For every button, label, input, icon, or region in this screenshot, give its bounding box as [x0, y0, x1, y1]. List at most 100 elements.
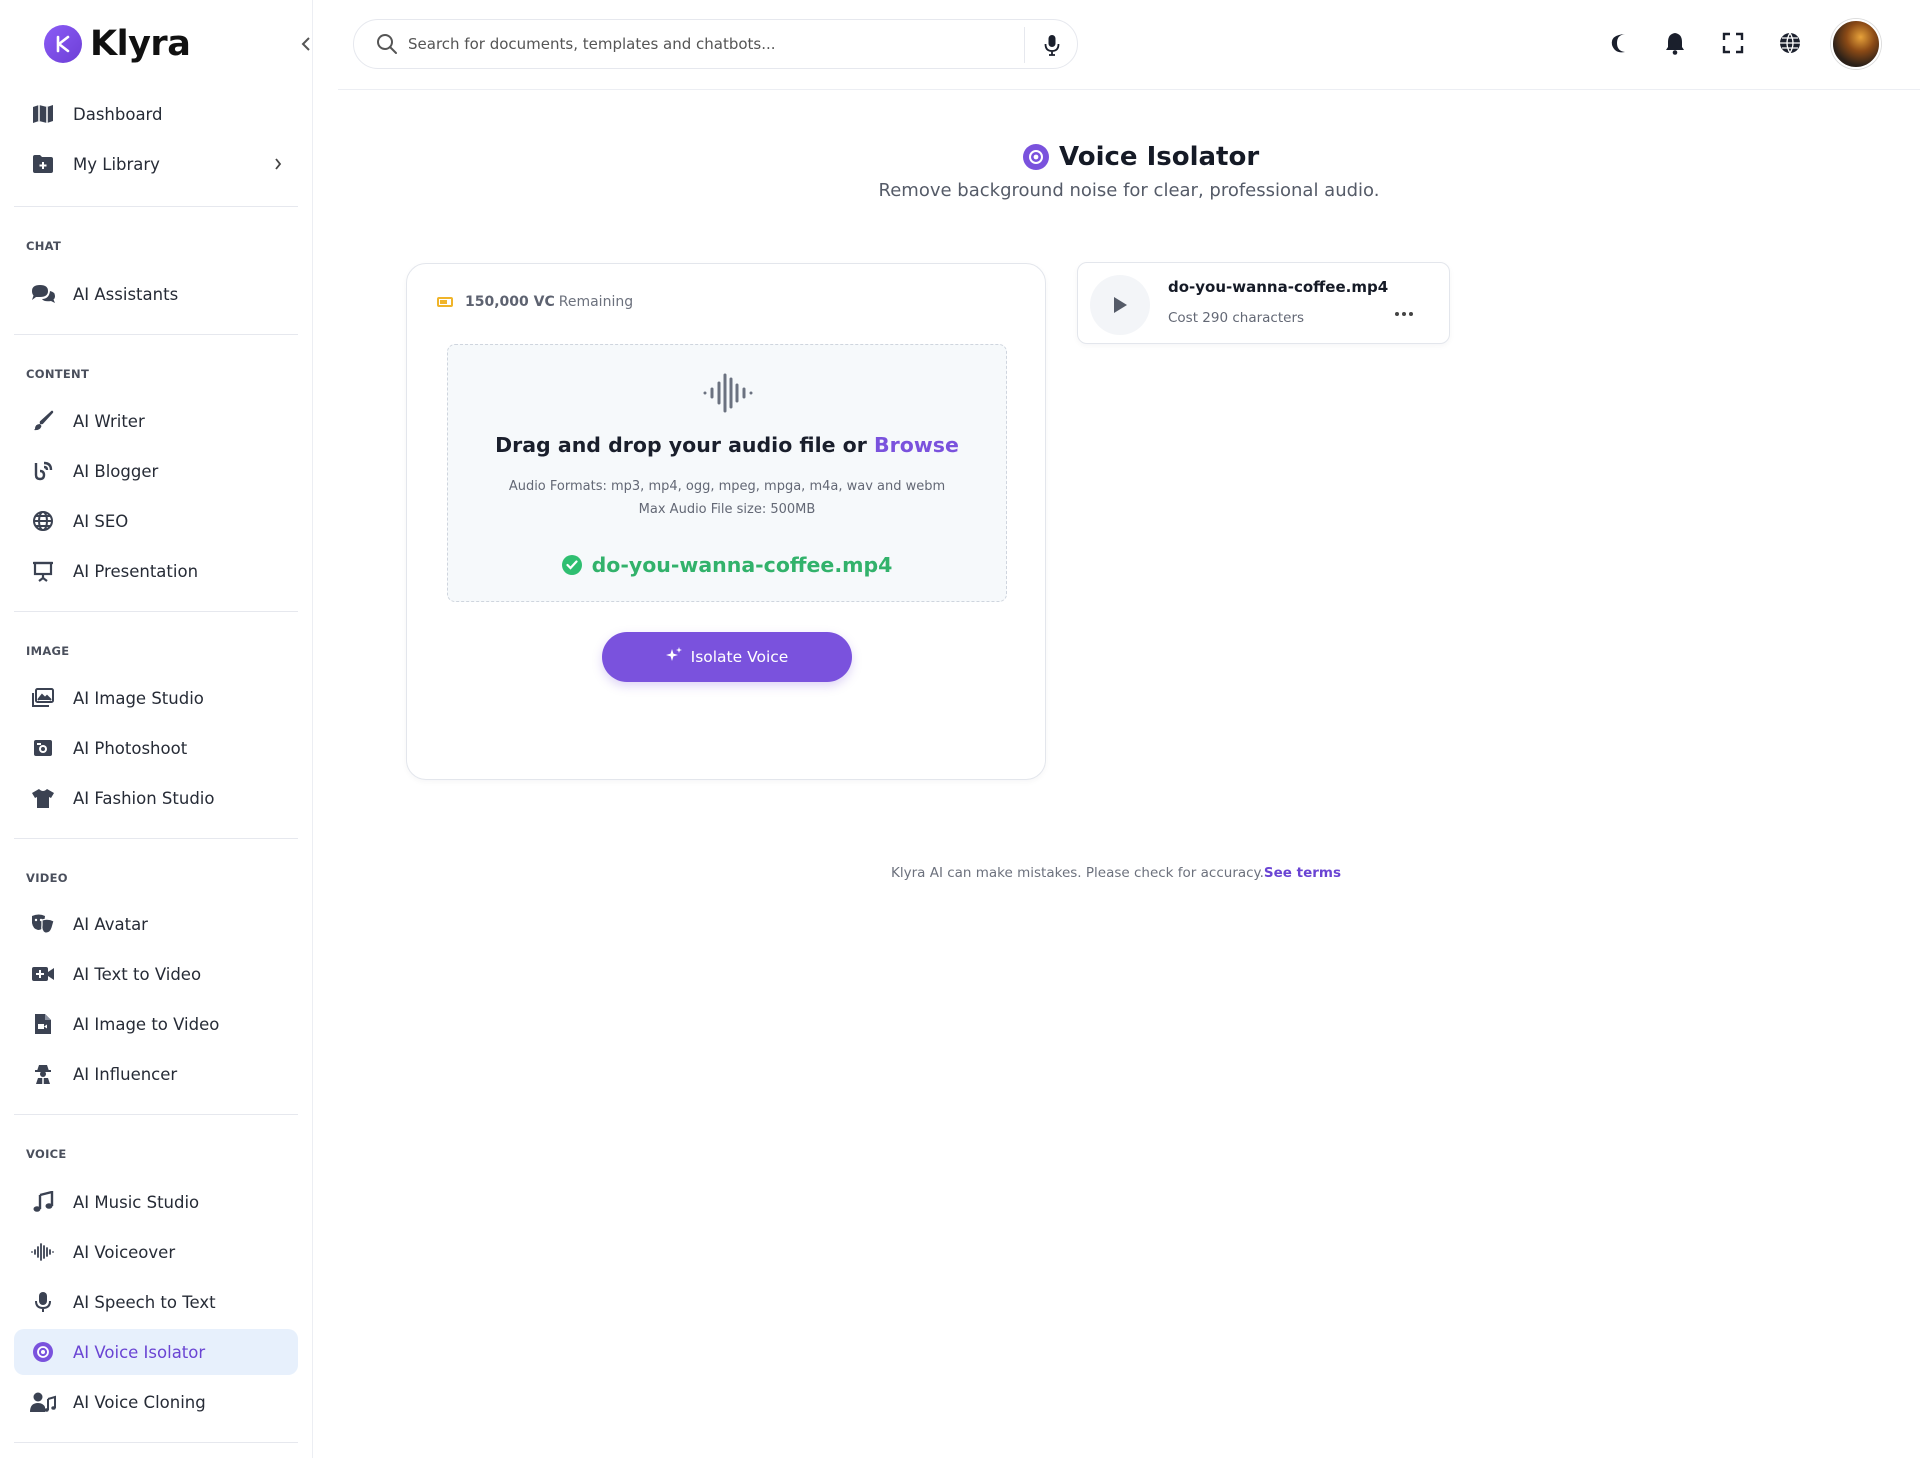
sidebar-item-ai-voice-cloning[interactable]: AI Voice Cloning: [14, 1379, 298, 1425]
sidebar-item-label: AI Image to Video: [73, 1014, 220, 1034]
sidebar-item-ai-text-to-video[interactable]: AI Text to Video: [14, 951, 298, 997]
folder-plus-icon: [30, 151, 56, 177]
result-cost: Cost 290 characters: [1168, 310, 1305, 326]
selected-file: do-you-wanna-coffee.mp4: [448, 553, 1006, 577]
music-icon: [30, 1189, 56, 1215]
divider: [14, 838, 298, 839]
sidebar-item-label: AI Assistants: [73, 284, 179, 304]
sidebar-item-label: AI SEO: [73, 511, 129, 531]
sidebar-item-label: AI Voiceover: [73, 1242, 176, 1262]
file-video-icon: [30, 1011, 56, 1037]
audio-formats-text: Audio Formats: mp3, mp4, ogg, mpeg, mpga…: [508, 479, 946, 494]
waveform-icon: [30, 1239, 56, 1265]
presentation-icon: [30, 558, 56, 584]
brand[interactable]: Klyra: [44, 24, 191, 64]
page-title: Voice Isolator: [1059, 142, 1260, 172]
globe-network-icon: [30, 508, 56, 534]
see-terms-link[interactable]: See terms: [1264, 865, 1341, 881]
divider: [14, 1114, 298, 1115]
sidebar-item-label: AI Influencer: [73, 1064, 178, 1084]
chat-bubbles-icon: [30, 281, 56, 307]
camera-icon: [30, 735, 56, 761]
sidebar-item-ai-fashion-studio[interactable]: AI Fashion Studio: [14, 775, 298, 821]
sidebar-item-ai-presentation[interactable]: AI Presentation: [14, 548, 298, 594]
sidebar-item-dashboard[interactable]: Dashboard: [14, 91, 298, 137]
credits-label: Remaining: [558, 294, 634, 310]
sidebar-item-label: AI Fashion Studio: [73, 788, 215, 808]
selected-file-name: do-you-wanna-coffee.mp4: [591, 553, 893, 577]
brand-name: Klyra: [90, 24, 191, 64]
shirt-icon: [30, 785, 56, 811]
globe-icon[interactable]: [1777, 30, 1803, 56]
battery-icon: [437, 297, 453, 307]
sidebar-item-ai-writer[interactable]: AI Writer: [14, 398, 298, 444]
avatar[interactable]: [1831, 19, 1881, 69]
influencer-icon: [30, 1061, 56, 1087]
sidebar-item-ai-voice-isolator[interactable]: AI Voice Isolator: [14, 1329, 298, 1375]
sidebar-item-label: AI Voice Cloning: [73, 1392, 206, 1412]
video-plus-icon: [30, 961, 56, 987]
sidebar-item-ai-voiceover[interactable]: AI Voiceover: [14, 1229, 298, 1275]
collapse-sidebar-button[interactable]: [296, 34, 316, 54]
sidebar-item-ai-seo[interactable]: AI SEO: [14, 498, 298, 544]
sidebar-item-label: AI Writer: [73, 411, 145, 431]
upload-card: 150,000 VC Remaining Drag and drop your …: [406, 263, 1046, 780]
chevron-right-icon: [274, 155, 282, 174]
sidebar-item-label: AI Presentation: [73, 561, 199, 581]
sidebar-item-ai-image-studio[interactable]: AI Image Studio: [14, 675, 298, 721]
sidebar-item-ai-avatar[interactable]: AI Avatar: [14, 901, 298, 947]
divider: [14, 334, 298, 335]
search-input[interactable]: [408, 35, 1008, 53]
sidebar: Klyra Dashboard My Library CHAT AI Assis…: [0, 0, 313, 1458]
isolate-voice-button[interactable]: Isolate Voice: [602, 632, 852, 682]
page-header: Voice Isolator: [1023, 142, 1259, 172]
sidebar-item-ai-image-to-video[interactable]: AI Image to Video: [14, 1001, 298, 1047]
divider: [14, 206, 298, 207]
pen-brush-icon: [30, 408, 56, 434]
blog-icon: [30, 458, 56, 484]
section-label-video: VIDEO: [26, 871, 68, 885]
section-label-voice: VOICE: [26, 1147, 67, 1161]
masks-icon: [30, 911, 56, 937]
check-circle-icon: [561, 555, 582, 575]
user-music-icon: [30, 1389, 56, 1415]
divider: [1024, 27, 1025, 63]
sidebar-item-ai-music-studio[interactable]: AI Music Studio: [14, 1179, 298, 1225]
sidebar-item-ai-blogger[interactable]: AI Blogger: [14, 448, 298, 494]
sidebar-item-ai-speech-to-text[interactable]: AI Speech to Text: [14, 1279, 298, 1325]
play-button[interactable]: [1090, 275, 1150, 335]
sidebar-item-label: AI Speech to Text: [73, 1292, 216, 1312]
search-icon: [376, 33, 398, 55]
sidebar-item-ai-photoshoot[interactable]: AI Photoshoot: [14, 725, 298, 771]
page-subtitle: Remove background noise for clear, profe…: [878, 180, 1380, 201]
dropzone-text: Drag and drop your audio file or: [495, 433, 867, 457]
sidebar-item-label: AI Voice Isolator: [73, 1342, 206, 1362]
more-options-icon[interactable]: [1392, 307, 1416, 321]
audio-dropzone[interactable]: Drag and drop your audio file or Browse …: [447, 344, 1007, 602]
credits-value: 150,000 VC: [465, 294, 555, 310]
sidebar-item-my-library[interactable]: My Library: [14, 141, 298, 187]
microphone-icon[interactable]: [1040, 33, 1064, 57]
sidebar-item-label: AI Text to Video: [73, 964, 202, 984]
target-icon: [30, 1339, 56, 1365]
divider: [14, 611, 298, 612]
sidebar-item-label: AI Music Studio: [73, 1192, 200, 1212]
logo-icon: [44, 25, 82, 63]
divider: [338, 89, 1920, 90]
browse-link[interactable]: Browse: [874, 433, 959, 457]
sidebar-item-label: AI Avatar: [73, 914, 148, 934]
map-icon: [30, 101, 56, 127]
sidebar-item-label: My Library: [73, 154, 160, 174]
sidebar-item-ai-assistants[interactable]: AI Assistants: [14, 271, 298, 317]
bell-icon[interactable]: [1662, 30, 1688, 56]
waveform-icon: [702, 371, 754, 415]
fullscreen-icon[interactable]: [1720, 30, 1746, 56]
sidebar-item-ai-influencer[interactable]: AI Influencer: [14, 1051, 298, 1097]
microphone-icon: [30, 1289, 56, 1315]
moon-icon[interactable]: [1608, 30, 1634, 56]
chevron-left-icon: [301, 37, 310, 51]
dropzone-title: Drag and drop your audio file or Browse: [448, 433, 1006, 457]
result-card: do-you-wanna-coffee.mp4 Cost 290 charact…: [1077, 262, 1450, 344]
sidebar-item-label: Dashboard: [73, 104, 163, 124]
target-icon: [1023, 144, 1049, 170]
